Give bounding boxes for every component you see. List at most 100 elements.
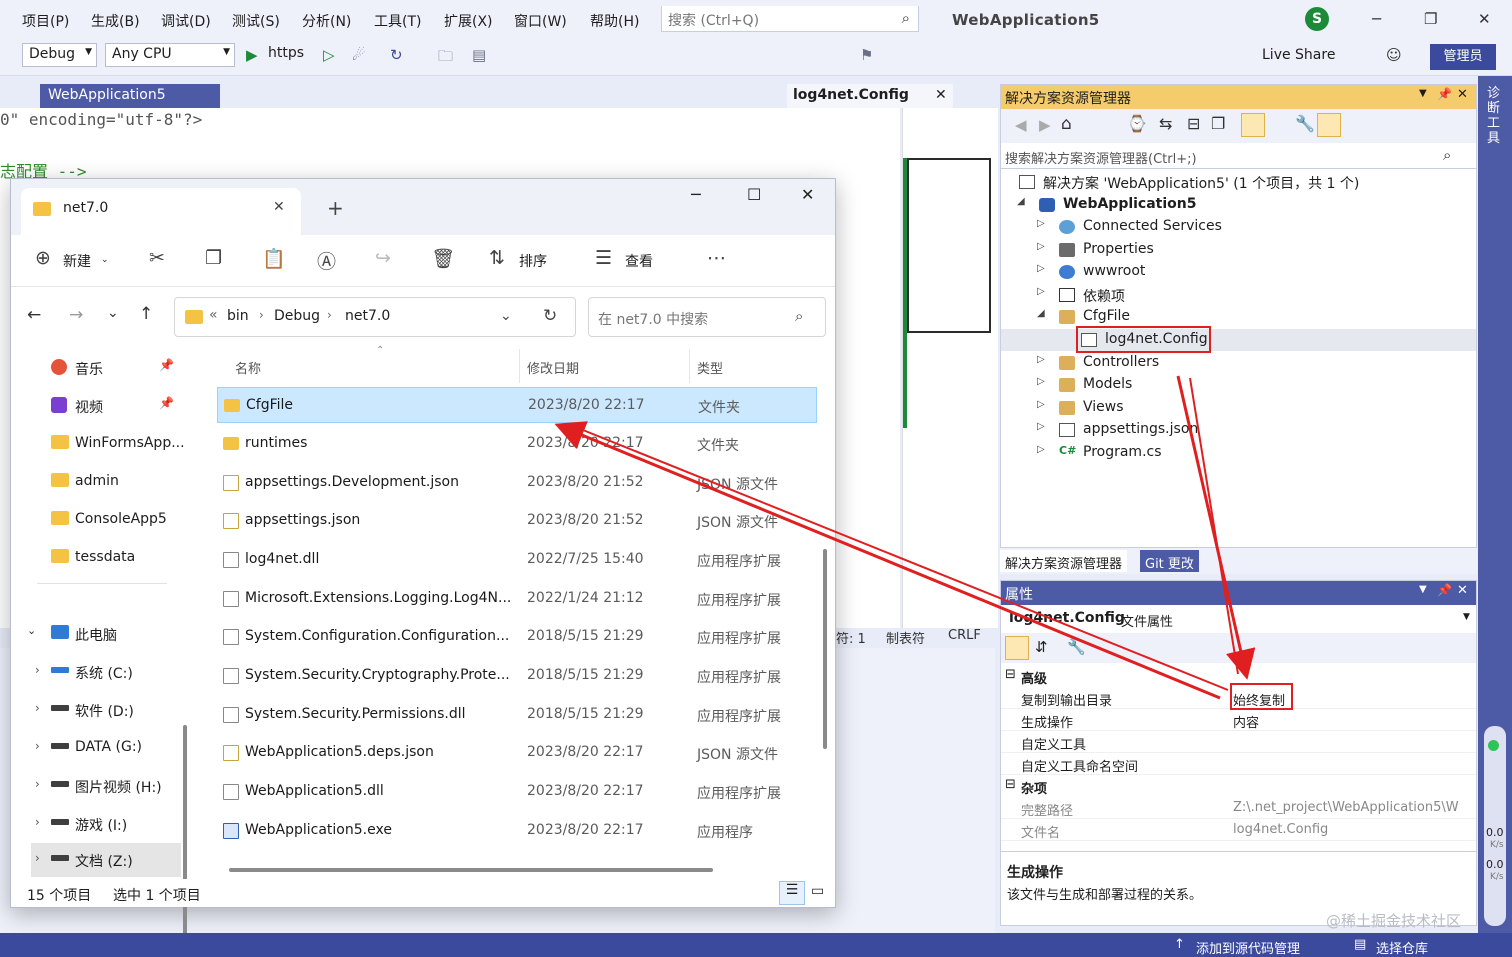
layout-icon[interactable]: ▤ [472, 46, 486, 64]
file-list-vertical-scrollbar[interactable] [823, 549, 827, 749]
menu-extensions[interactable]: 扩展(X) [444, 11, 493, 31]
sidebar-drive-c[interactable]: › 系统 (C:) [31, 655, 181, 689]
share-icon[interactable]: ↪ [375, 247, 391, 269]
property-custom-tool[interactable]: 自定义工具 [1001, 731, 1476, 753]
categorized-icon[interactable] [1005, 636, 1029, 660]
close-icon[interactable]: ✕ [1457, 583, 1468, 598]
preview-toggle-icon[interactable] [1317, 113, 1341, 137]
home-icon[interactable]: ⌂ [1061, 114, 1072, 134]
sidebar-drive-g[interactable]: › DATA (G:) [31, 731, 181, 765]
table-row[interactable]: log4net.dll 2022/7/25 15:40 应用程序扩展 [217, 542, 817, 578]
expanded-icon[interactable]: ◢ [1037, 308, 1045, 319]
chevron-right-icon[interactable]: › [35, 739, 40, 753]
live-share-button[interactable]: Live Share [1262, 47, 1335, 63]
chevron-right-icon[interactable]: ▷ [1037, 354, 1045, 365]
tiles-view-icon[interactable]: ▭ [811, 883, 824, 899]
table-row[interactable]: WebApplication5.exe 2023/8/20 22:17 应用程序 [217, 813, 817, 849]
chevron-right-icon[interactable]: ▷ [1037, 241, 1045, 252]
sidebar-drive-h[interactable]: › 图片视频 (H:) [31, 769, 181, 803]
close-icon[interactable]: ✕ [801, 185, 814, 204]
column-header-type[interactable]: 类型 [697, 358, 723, 377]
editor-tab-project[interactable]: WebApplication5 [40, 84, 220, 108]
indent-mode[interactable]: 制表符 [886, 628, 925, 647]
chevron-right-icon[interactable]: ▷ [1037, 399, 1045, 410]
add-source-control-button[interactable]: 添加到源代码管理 [1196, 938, 1300, 957]
chevron-right-icon[interactable]: › [35, 815, 40, 829]
breadcrumb-bin[interactable]: bin [227, 308, 249, 324]
sidebar-item-admin[interactable]: admin [31, 465, 181, 499]
minimize-icon[interactable]: ─ [1372, 10, 1381, 28]
sync-icon[interactable]: ⇆ [1159, 114, 1172, 133]
restore-icon[interactable]: ❐ [1424, 10, 1437, 28]
copy-icon[interactable]: ❐ [1211, 114, 1225, 133]
chevron-right-icon[interactable]: ▷ [1037, 421, 1045, 432]
breadcrumb-net70[interactable]: net7.0 [345, 308, 390, 324]
editor-tab-log4net[interactable]: log4net.Config ✕ [787, 84, 953, 108]
run-profile-label[interactable]: https [268, 45, 304, 61]
property-file-name[interactable]: 文件名 log4net.Config [1001, 819, 1476, 841]
back-icon[interactable]: ← [27, 305, 41, 325]
menu-build[interactable]: 生成(B) [91, 11, 140, 31]
view-button[interactable]: 查看 [625, 251, 653, 271]
table-row[interactable]: WebApplication5.deps.json 2023/8/20 22:1… [217, 735, 817, 771]
user-avatar[interactable]: S [1305, 7, 1329, 31]
chevron-down-icon[interactable]: ▼ [1419, 584, 1427, 595]
close-icon[interactable]: ✕ [935, 87, 947, 103]
file-list-horizontal-scrollbar[interactable] [229, 868, 713, 872]
rename-icon[interactable]: Ⓐ [317, 247, 336, 274]
up-icon[interactable]: ↑ [139, 304, 153, 324]
sidebar-drive-d[interactable]: › 软件 (D:) [31, 693, 181, 727]
menu-test[interactable]: 测试(S) [232, 11, 280, 31]
menu-analyze[interactable]: 分析(N) [302, 11, 351, 31]
breadcrumb-debug[interactable]: Debug [274, 308, 320, 324]
run-without-debug-icon[interactable]: ▷ [323, 46, 335, 64]
property-value[interactable]: 内容 [1233, 712, 1259, 731]
chevron-right-icon[interactable]: ▷ [1037, 286, 1045, 297]
column-header-date[interactable]: 修改日期 [527, 358, 579, 377]
chevron-right-icon[interactable]: ▷ [1037, 263, 1045, 274]
table-row[interactable]: System.Security.Cryptography.Prote... 20… [217, 658, 817, 694]
sidebar-item-video[interactable]: 视频 📌 [31, 389, 181, 423]
menu-project[interactable]: 项目(P) [22, 11, 69, 31]
sidebar-drive-z[interactable]: › 文档 (Z:) [31, 843, 181, 877]
pin-icon[interactable]: 📌 [1437, 87, 1452, 101]
hot-reload-icon[interactable]: ☄ [352, 46, 365, 64]
property-full-path[interactable]: 完整路径 Z:\.net_project\WebApplication5\W [1001, 797, 1476, 819]
collapse-icon[interactable]: ⊟ [1005, 667, 1016, 682]
chevron-right-icon[interactable]: ▷ [1037, 218, 1045, 229]
file-explorer-window[interactable]: net7.0 ✕ + ─ ☐ ✕ ⊕ 新建 ⌄ ✂ ❐ 📋 Ⓐ ↪ 🗑 ⇅ 排序… [10, 178, 836, 957]
close-icon[interactable]: ✕ [1478, 10, 1491, 28]
tab-git-changes[interactable]: Git 更改 [1140, 550, 1199, 572]
sort-button[interactable]: 排序 [519, 251, 547, 271]
sort-icon[interactable]: ⇅ [489, 247, 505, 269]
chevron-down-icon[interactable]: ▼ [1463, 612, 1470, 622]
table-row[interactable]: System.Configuration.Configuration... 20… [217, 619, 817, 655]
menu-help[interactable]: 帮助(H) [590, 11, 639, 31]
overflow-icon[interactable]: « [209, 307, 218, 323]
menu-window[interactable]: 窗口(W) [514, 11, 567, 31]
details-view-icon[interactable]: ☰ [779, 881, 805, 905]
new-icon[interactable]: ⊕ [35, 247, 51, 269]
property-custom-tool-namespace[interactable]: 自定义工具命名空间 [1001, 753, 1476, 775]
configuration-combo[interactable]: Debug ▼ [22, 43, 97, 67]
column-header-name[interactable]: 名称 [235, 358, 261, 377]
back-icon[interactable]: ◀ [1015, 116, 1027, 134]
run-icon[interactable]: ▶ [246, 46, 258, 64]
sidebar-item-this-pc[interactable]: ⌄ 此电脑 [27, 617, 181, 651]
refresh-icon[interactable]: ↻ [543, 306, 557, 326]
explorer-search-input[interactable]: 在 net7.0 中搜索 ⌕ [588, 297, 826, 337]
sidebar-scrollbar[interactable] [183, 725, 187, 957]
view-icon[interactable]: ☰ [595, 247, 612, 269]
line-ending[interactable]: CRLF [948, 628, 981, 643]
table-row[interactable]: appsettings.json 2023/8/20 21:52 JSON 源文… [217, 503, 817, 539]
forward-icon[interactable]: → [69, 305, 83, 325]
collapse-icon[interactable]: ⊟ [1187, 114, 1200, 133]
close-icon[interactable]: ✕ [1457, 87, 1468, 102]
pin-icon[interactable]: 📌 [159, 396, 174, 410]
chevron-right-icon[interactable]: › [35, 701, 40, 715]
chevron-right-icon[interactable]: ▷ [1037, 444, 1045, 455]
add-tab-icon[interactable]: + [327, 196, 344, 220]
sidebar-drive-i[interactable]: › 游戏 (I:) [31, 807, 181, 841]
chevron-right-icon[interactable]: ▷ [1037, 376, 1045, 387]
chevron-down-icon[interactable]: ⌄ [500, 308, 512, 324]
